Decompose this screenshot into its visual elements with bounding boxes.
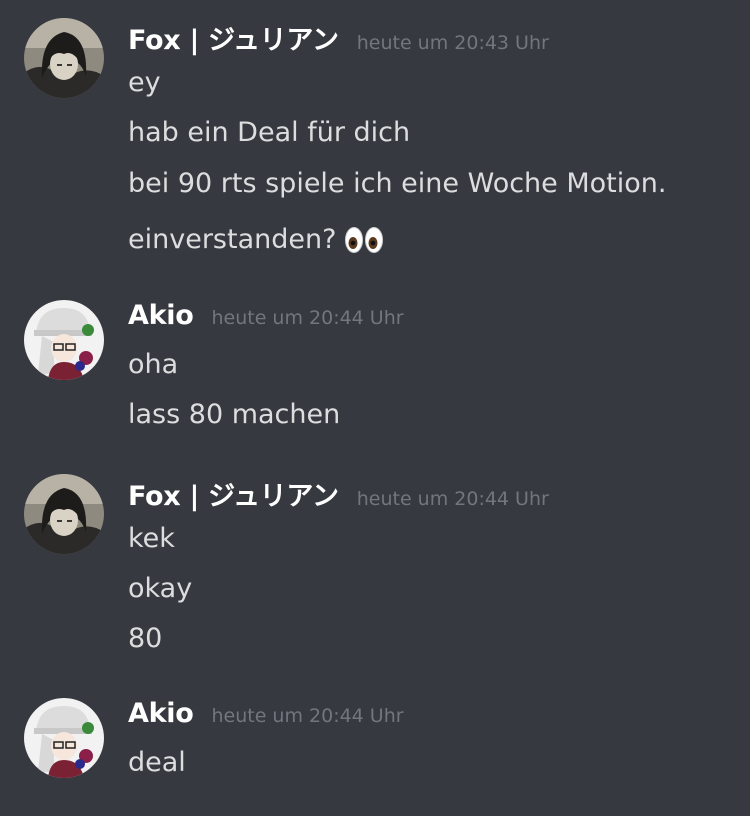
message-header: Fox | ジュリアン heute um 20:44 Uhr bbox=[128, 474, 549, 514]
username[interactable]: Akio bbox=[128, 300, 194, 331]
eyes-emoji-icon bbox=[344, 226, 384, 263]
fox-avatar[interactable] bbox=[24, 474, 104, 554]
fox-avatar-icon bbox=[24, 18, 104, 98]
message-header: Akio heute um 20:44 Uhr bbox=[128, 698, 404, 738]
message-text: einverstanden? bbox=[128, 224, 337, 255]
timestamp: heute um 20:44 Uhr bbox=[211, 705, 404, 727]
fox-avatar[interactable] bbox=[24, 18, 104, 98]
username[interactable]: Akio bbox=[128, 698, 194, 729]
message-header: Akio heute um 20:44 Uhr bbox=[128, 300, 404, 340]
fox-avatar-icon bbox=[24, 474, 104, 554]
chat-messages: Fox | ジュリアン heute um 20:43 Uhr ey hab ei… bbox=[0, 0, 750, 816]
akio-avatar-icon bbox=[24, 300, 104, 380]
message-text: oha bbox=[128, 349, 179, 380]
akio-avatar-icon bbox=[24, 698, 104, 778]
timestamp: heute um 20:44 Uhr bbox=[356, 488, 549, 510]
message-text: hab ein Deal für dich bbox=[128, 117, 411, 148]
message-text: deal bbox=[128, 747, 186, 778]
akio-avatar[interactable] bbox=[24, 300, 104, 380]
username[interactable]: Fox | ジュリアン bbox=[128, 474, 339, 513]
message-text: ey bbox=[128, 67, 161, 98]
message-text: okay bbox=[128, 573, 193, 604]
message-line-with-emoji: einverstanden? bbox=[128, 223, 384, 263]
message-text: bei 90 rts spiele ich eine Woche Motion. bbox=[128, 168, 667, 199]
timestamp: heute um 20:44 Uhr bbox=[211, 307, 404, 329]
message-text: lass 80 machen bbox=[128, 399, 341, 430]
username[interactable]: Fox | ジュリアン bbox=[128, 18, 339, 57]
message-text: kek bbox=[128, 523, 175, 554]
message-text: 80 bbox=[128, 623, 163, 654]
message-header: Fox | ジュリアン heute um 20:43 Uhr bbox=[128, 18, 549, 58]
timestamp: heute um 20:43 Uhr bbox=[356, 32, 549, 54]
akio-avatar[interactable] bbox=[24, 698, 104, 778]
